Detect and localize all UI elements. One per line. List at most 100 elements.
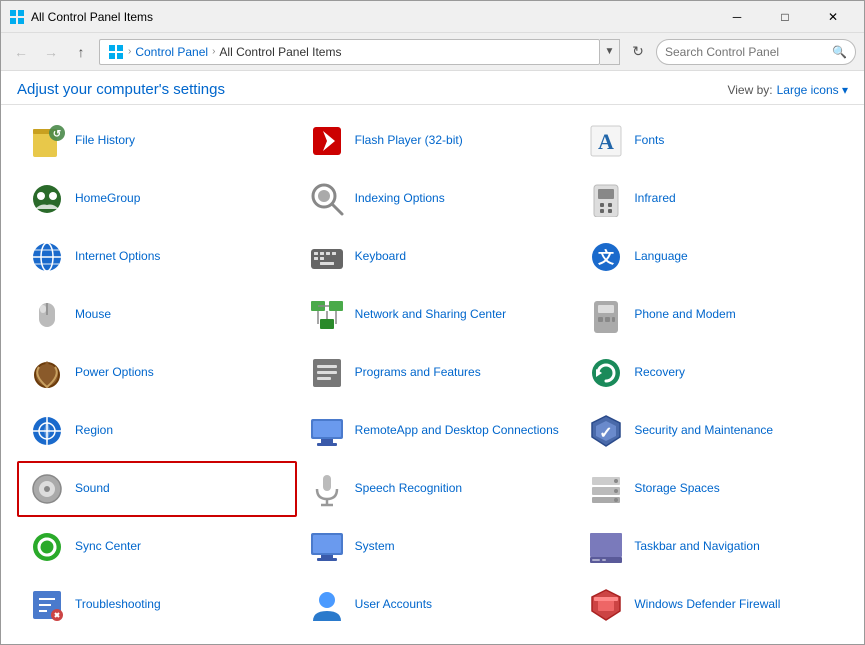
search-box: 🔍 — [656, 39, 856, 65]
troubleshoot-icon — [27, 585, 67, 625]
grid-item-phone-modem[interactable]: Phone and Modem — [576, 287, 856, 343]
view-by-label: View by: — [727, 83, 772, 97]
storage-label: Storage Spaces — [634, 481, 719, 497]
system-label: System — [355, 539, 395, 555]
grid-item-windows-to-go[interactable]: Windows To Go — [17, 635, 297, 644]
grid-item-user-accounts[interactable]: User Accounts — [297, 577, 577, 633]
region-label: Region — [75, 423, 113, 439]
grid-item-mouse[interactable]: Mouse — [17, 287, 297, 343]
mouse-icon — [27, 295, 67, 335]
security-label: Security and Maintenance — [634, 423, 773, 439]
security-icon: ✓ — [586, 411, 626, 451]
network-label: Network and Sharing Center — [355, 307, 506, 323]
breadcrumb-sep2: › — [212, 46, 215, 57]
breadcrumb-bar: › Control Panel › All Control Panel Item… — [99, 39, 600, 65]
infrared-label: Infrared — [634, 191, 675, 207]
sound-icon — [27, 469, 67, 509]
taskbar-label: Taskbar and Navigation — [634, 539, 759, 555]
language-icon: 文 — [586, 237, 626, 277]
grid-item-recovery[interactable]: Recovery — [576, 345, 856, 401]
grid-item-system[interactable]: System — [297, 519, 577, 575]
items-scroll-area[interactable]: ↺ File History Flash Player (32-bit)AFonts… — [1, 105, 864, 644]
system-icon — [307, 527, 347, 567]
breadcrumb-sep1: › — [128, 46, 131, 57]
breadcrumb-current: All Control Panel Items — [219, 45, 341, 59]
taskbar-icon — [586, 527, 626, 567]
network-icon — [307, 295, 347, 335]
sync-center-icon — [27, 527, 67, 567]
grid-item-language[interactable]: 文 Language — [576, 229, 856, 285]
windows-defender-label: Windows Defender Firewall — [634, 597, 780, 613]
mouse-label: Mouse — [75, 307, 111, 323]
view-by-value[interactable]: Large icons ▾ — [777, 83, 848, 97]
grid-item-infrared[interactable]: Infrared — [576, 171, 856, 227]
power-options-icon — [27, 353, 67, 393]
refresh-button[interactable]: ↻ — [626, 40, 650, 64]
speech-label: Speech Recognition — [355, 481, 462, 497]
internet-options-icon — [27, 237, 67, 277]
indexing-icon — [307, 179, 347, 219]
grid-item-region[interactable]: Region — [17, 403, 297, 459]
search-input[interactable] — [665, 45, 832, 59]
homegroup-label: HomeGroup — [75, 191, 140, 207]
keyboard-label: Keyboard — [355, 249, 406, 265]
grid-item-keyboard[interactable]: Keyboard — [297, 229, 577, 285]
remoteapp-label: RemoteApp and Desktop Connections — [355, 423, 559, 439]
grid-item-security[interactable]: ✓ Security and Maintenance — [576, 403, 856, 459]
file-history-icon: ↺ — [27, 121, 67, 161]
user-accounts-icon — [307, 585, 347, 625]
indexing-label: Indexing Options — [355, 191, 445, 207]
grid-item-homegroup[interactable]: HomeGroup — [17, 171, 297, 227]
grid-item-sync-center[interactable]: Sync Center — [17, 519, 297, 575]
grid-item-work-folders[interactable]: Work Folders — [297, 635, 577, 644]
grid-item-windows-defender[interactable]: Windows Defender Firewall — [576, 577, 856, 633]
window-title: All Control Panel Items — [31, 10, 714, 24]
maximize-button[interactable]: □ — [762, 2, 808, 32]
main-panel: Adjust your computer's settings View by:… — [1, 71, 864, 644]
fonts-icon: A — [586, 121, 626, 161]
grid-item-network[interactable]: Network and Sharing Center — [297, 287, 577, 343]
grid-item-remoteapp[interactable]: RemoteApp and Desktop Connections — [297, 403, 577, 459]
main-window: All Control Panel Items ─ □ ✕ ← → ↑ › Co… — [0, 0, 865, 645]
keyboard-icon — [307, 237, 347, 277]
forward-button[interactable]: → — [39, 40, 63, 64]
grid-item-sound[interactable]: Sound — [17, 461, 297, 517]
work-folders-icon — [307, 643, 347, 644]
infrared-icon — [586, 179, 626, 219]
programs-features-icon — [307, 353, 347, 393]
back-button[interactable]: ← — [9, 40, 33, 64]
internet-options-label: Internet Options — [75, 249, 160, 265]
grid-item-fonts[interactable]: AFonts — [576, 113, 856, 169]
svg-text:A: A — [598, 129, 614, 154]
recovery-icon — [586, 353, 626, 393]
grid-item-taskbar[interactable]: Taskbar and Navigation — [576, 519, 856, 575]
sync-center-label: Sync Center — [75, 539, 141, 555]
grid-item-indexing[interactable]: Indexing Options — [297, 171, 577, 227]
up-button[interactable]: ↑ — [69, 40, 93, 64]
window-controls: ─ □ ✕ — [714, 2, 856, 32]
grid-item-storage[interactable]: Storage Spaces — [576, 461, 856, 517]
grid-item-speech[interactable]: Speech Recognition — [297, 461, 577, 517]
file-history-label: File History — [75, 133, 135, 149]
windows-defender-icon — [586, 585, 626, 625]
close-button[interactable]: ✕ — [810, 2, 856, 32]
grid-item-flash-player[interactable]: Flash Player (32-bit) — [297, 113, 577, 169]
items-grid: ↺ File History Flash Player (32-bit)AFonts… — [17, 113, 856, 644]
breadcrumb-dropdown[interactable]: ▼ — [600, 39, 620, 65]
breadcrumb-control-panel[interactable]: Control Panel — [135, 45, 208, 59]
troubleshoot-label: Troubleshooting — [75, 597, 161, 613]
view-by-control: View by: Large icons ▾ — [727, 83, 848, 97]
grid-item-internet-options[interactable]: Internet Options — [17, 229, 297, 285]
address-bar: ← → ↑ › Control Panel › All Control Pane… — [1, 33, 864, 71]
language-label: Language — [634, 249, 687, 265]
grid-item-file-history[interactable]: ↺ File History — [17, 113, 297, 169]
power-options-label: Power Options — [75, 365, 154, 381]
grid-item-programs-features[interactable]: Programs and Features — [297, 345, 577, 401]
grid-item-troubleshoot[interactable]: Troubleshooting — [17, 577, 297, 633]
panel-header: Adjust your computer's settings View by:… — [1, 71, 864, 105]
adjust-settings-text: Adjust your computer's settings — [17, 81, 225, 98]
programs-features-label: Programs and Features — [355, 365, 481, 381]
grid-item-power-options[interactable]: Power Options — [17, 345, 297, 401]
recovery-label: Recovery — [634, 365, 685, 381]
minimize-button[interactable]: ─ — [714, 2, 760, 32]
